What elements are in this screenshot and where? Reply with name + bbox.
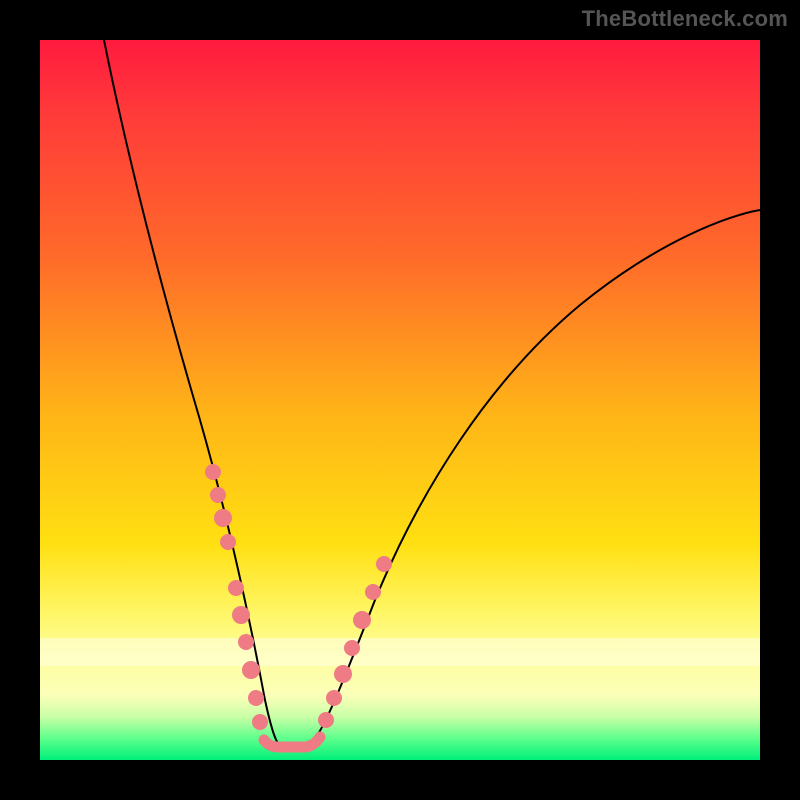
curve-svg [40, 40, 760, 760]
right-dots [318, 556, 392, 728]
watermark-text: TheBottleneck.com [582, 6, 788, 32]
left-upper-dots [205, 464, 236, 550]
bottleneck-curve [104, 40, 760, 746]
chart-frame: TheBottleneck.com [0, 0, 800, 800]
plot-area [40, 40, 760, 760]
left-lower-dots [228, 580, 268, 730]
valley-highlight [264, 737, 320, 747]
